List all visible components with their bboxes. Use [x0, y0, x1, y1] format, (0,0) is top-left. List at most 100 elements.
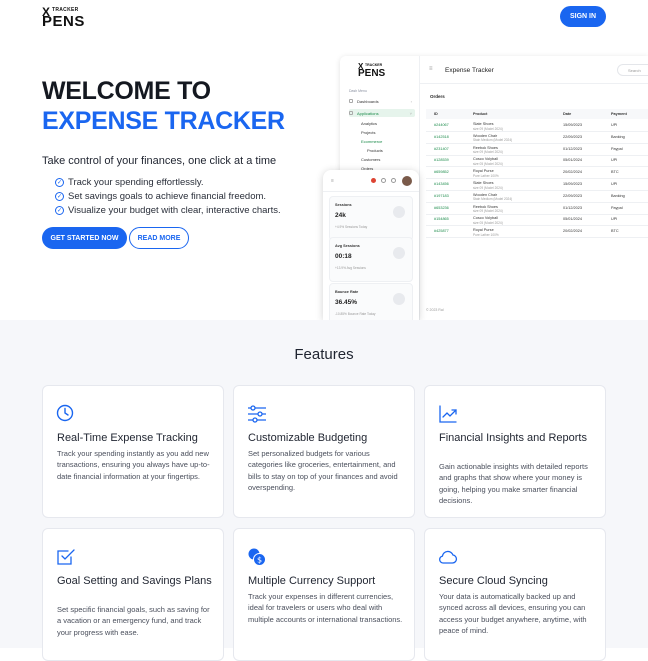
moon-icon [381, 178, 386, 183]
stat-value: 24k [335, 212, 346, 219]
bullet-text: Visualize your budget with clear, intera… [68, 205, 281, 216]
orders-table-row: #128539 Cosco Volyball size 05 (Model 2024… [426, 155, 648, 168]
bullet-text: Track your spending effortlessly. [68, 177, 204, 188]
get-started-button[interactable]: GET STARTED NOW [42, 227, 127, 249]
product-name: Reebok Shoes [473, 145, 498, 150]
col-payment: Payment [611, 112, 627, 116]
menu-icon: ≡ [331, 178, 334, 184]
stat-label: Avg Sessions [335, 244, 360, 248]
row-date: 01/12/2023 [563, 205, 583, 210]
stat-note: -10.85% Bounce Rate Today [335, 312, 376, 316]
row-product: Slate Shoes size 09 (Model 2024) [473, 181, 503, 190]
stat-icon [393, 206, 405, 218]
row-id: #425877 [434, 229, 449, 234]
row-id: #231407 [434, 146, 449, 151]
hero-title-line1: WELCOME TO [42, 77, 211, 105]
hero-bullet: ✓ Set savings goals to achieve financial … [55, 191, 266, 202]
sliders-icon [248, 405, 266, 423]
mockup-sub-item: Customers [361, 157, 381, 162]
brand-logo[interactable]: X TRACKER PENS [42, 5, 90, 30]
product-name: Royal Purse [473, 228, 494, 233]
flag-icon [371, 178, 376, 183]
check-circle-icon: ✓ [55, 206, 64, 215]
feature-desc: Gain actionable insights with detailed r… [439, 462, 588, 506]
mockup-nav-label: Applications [357, 110, 379, 116]
feature-title: Secure Cloud Syncing [439, 575, 548, 587]
row-product: Reebok Shoes size 09 (Model 2024) [473, 146, 503, 155]
product-name: Reebok Shoes [473, 204, 498, 209]
feature-card: Real-Time Expense Tracking Track your sp… [42, 385, 224, 518]
feature-title: Real-Time Expense Tracking [57, 432, 198, 444]
stat-label: Bounce Rate [335, 290, 359, 294]
coins-icon: $ [248, 548, 266, 566]
bullet-text: Set savings goals to achieve financial f… [68, 191, 267, 202]
nav-icon [349, 99, 353, 103]
feature-card: Financial Insights and Reports Gain acti… [424, 385, 606, 518]
features-title: Features [294, 346, 354, 363]
product-variant: size 09 (Model 2024) [473, 209, 503, 214]
row-id: #128539 [434, 158, 449, 163]
chevron-down-icon: ˅ [409, 110, 412, 116]
product-name: Slate Shoes [473, 122, 494, 126]
product-name: Wooden Chair [473, 192, 498, 197]
mockup-search: Search [617, 64, 648, 76]
top-nav: X TRACKER PENS SIGN IN [0, 0, 648, 38]
row-payment: UPI [611, 158, 618, 163]
mockup-section-label: Dash Menu [349, 89, 367, 93]
orders-title: Orders [430, 94, 445, 99]
mockup-sub-item: Projects [361, 130, 376, 135]
feature-card: $ Multiple Currency Support Track your e… [233, 528, 415, 661]
bell-icon [391, 178, 396, 183]
product-variant: size 05 (Model 2024) [473, 220, 503, 225]
mockup-sub-item: Ecommerce [361, 139, 383, 144]
row-id: #197183 [434, 193, 449, 198]
feature-desc: Set specific financial goals, such as sa… [57, 605, 210, 637]
stat-note: +13.9% Avg Sessions [335, 266, 366, 270]
row-product: Royal Purse Pure Lather 100% [473, 228, 499, 237]
stat-card: Avg Sessions 00:18 +13.9% Avg Sessions [329, 237, 413, 282]
product-variant: Pure Lather 100% [473, 173, 499, 178]
menu-icon: ≡ [429, 66, 433, 72]
mockup-nav-item: Dashboards › [349, 97, 415, 105]
stat-card: Sessions 24k +4.9% Sessions Today [329, 196, 413, 241]
sign-in-button[interactable]: SIGN IN [560, 6, 606, 27]
col-date: Date [563, 112, 572, 116]
orders-table-row: #197183 Wooden Chair Stain Medium (Model 2… [426, 191, 648, 203]
mockup-nav-label: Dashboards [357, 98, 379, 104]
checkbox-icon [57, 549, 75, 565]
product-variant: size 09 (Model 2024) [473, 185, 503, 190]
row-product: Slate Shoes size 09 (Model 2024) [473, 122, 503, 131]
row-date: 22/09/2023 [563, 134, 583, 139]
orders-table-row: #231407 Reebok Shoes size 09 (Model 2024) 0… [426, 144, 648, 156]
row-id: #143456 [434, 182, 449, 186]
feature-desc: Track your expenses in different currenc… [248, 592, 403, 624]
check-circle-icon: ✓ [55, 178, 64, 187]
hero-bullet: ✓ Track your spending effortlessly. [55, 177, 204, 188]
row-date: 01/12/2023 [563, 146, 583, 151]
feature-desc: Set personalized budgets for various cat… [248, 449, 398, 493]
row-date: 05/01/2024 [563, 217, 583, 222]
row-product: Reebok Shoes size 09 (Model 2024) [473, 205, 503, 214]
row-product: Cosco Volyball size 05 (Model 2024) [473, 216, 503, 225]
nav-icon [349, 111, 353, 115]
mockup-logo-pens: PENS [358, 68, 386, 79]
product-variant: Pure Lather 100% [473, 232, 499, 237]
mockup-logo-tracker: TRACKER [365, 63, 383, 67]
row-date: 22/09/2023 [563, 193, 583, 198]
orders-table-row: #425877 Royal Purse Pure Lather 100% 20/02/… [426, 226, 648, 239]
svg-text:$: $ [257, 556, 262, 565]
read-more-button[interactable]: READ MORE [129, 227, 189, 249]
mockup-title: Expense Tracker [445, 67, 494, 74]
row-payment: BTC [611, 170, 619, 175]
check-circle-icon: ✓ [55, 192, 64, 201]
mockup-topbar: ≡ Expense Tracker Search [420, 56, 648, 84]
logo-pens: PENS [42, 13, 85, 30]
row-payment: UPI [611, 217, 618, 222]
orders-table-row: #143456 Slate Shoes size 09 (Model 2024) 15… [426, 179, 648, 191]
orders-table-row: #154865 Cosco Volyball size 05 (Model 2024… [426, 214, 648, 227]
row-id: #653236 [434, 205, 449, 210]
row-payment: BTC [611, 229, 619, 234]
feature-card: Goal Setting and Savings Plans Set speci… [42, 528, 224, 661]
row-date: 15/09/2023 [563, 182, 583, 186]
row-date: 20/02/2024 [563, 170, 583, 175]
